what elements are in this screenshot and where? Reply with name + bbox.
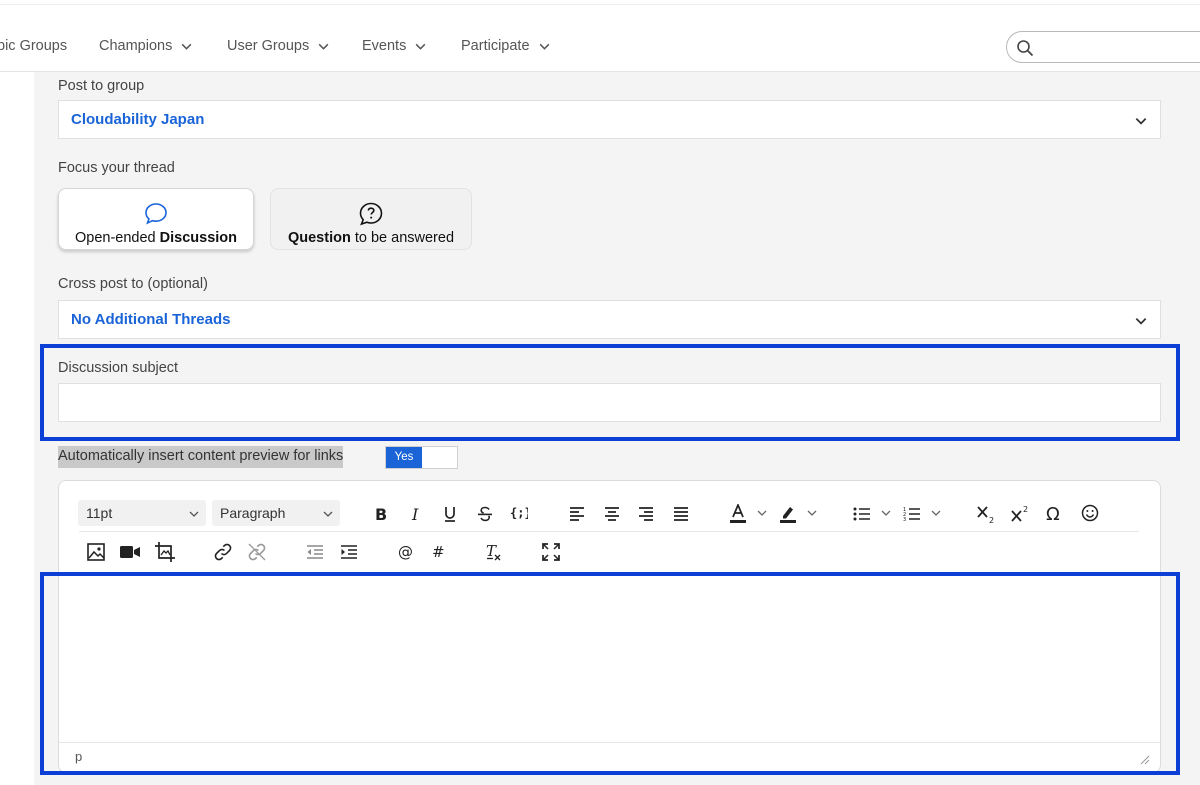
chevron-down-icon[interactable]: [879, 506, 893, 520]
font-size-value: 11pt: [86, 505, 113, 521]
clear-formatting-icon[interactable]: T: [482, 541, 504, 563]
top-navigation: pic Groups Champions User Groups Events …: [0, 0, 1200, 72]
code-icon[interactable]: {;}: [508, 502, 530, 524]
svg-text:Ω: Ω: [1046, 504, 1060, 522]
chevron-down-icon: [1135, 118, 1147, 125]
align-justify-icon[interactable]: [670, 503, 692, 525]
text-color-icon[interactable]: [727, 502, 749, 526]
search-icon[interactable]: [1016, 39, 1034, 57]
search-input[interactable]: [1041, 36, 1200, 58]
preview-links-label: Automatically insert content preview for…: [58, 446, 344, 468]
chevron-down-icon: [415, 43, 426, 50]
video-icon[interactable]: [119, 541, 141, 563]
svg-text:I: I: [411, 506, 419, 522]
bold-icon[interactable]: B: [370, 503, 392, 525]
focus-discussion-option[interactable]: Open-ended Discussion: [58, 188, 254, 250]
svg-text:T: T: [486, 543, 497, 560]
nav-label: Participate: [461, 38, 530, 54]
post-to-group-select[interactable]: Cloudability Japan: [58, 100, 1161, 139]
emoji-icon[interactable]: [1079, 502, 1101, 524]
nav-participate[interactable]: Participate: [461, 38, 551, 54]
highlight-color-icon[interactable]: [777, 502, 799, 526]
bullet-list-icon[interactable]: [851, 503, 873, 525]
preview-links-toggle[interactable]: Yes: [385, 446, 458, 469]
speech-bubble-icon: [145, 203, 167, 225]
post-to-group-label: Post to group: [58, 78, 145, 94]
indent-icon[interactable]: [338, 541, 360, 563]
svg-text:3: 3: [903, 517, 906, 522]
nav-user-groups[interactable]: User Groups: [227, 38, 330, 54]
toggle-yes-label: Yes: [386, 447, 422, 468]
image-icon[interactable]: [85, 541, 107, 563]
nav-label: User Groups: [227, 38, 310, 54]
hashtag-icon[interactable]: #: [427, 541, 449, 563]
discussion-subject-label: Discussion subject: [58, 360, 179, 376]
svg-text:#: #: [432, 543, 445, 561]
subscript-icon[interactable]: 2: [975, 502, 999, 526]
italic-icon[interactable]: I: [405, 503, 427, 525]
nav-label: pic Groups: [0, 38, 68, 54]
chevron-down-icon: [1135, 318, 1147, 325]
chevron-down-icon[interactable]: [929, 506, 943, 520]
top-divider: [0, 4, 1200, 5]
cross-post-select[interactable]: No Additional Threads: [58, 300, 1161, 339]
align-center-icon[interactable]: [601, 503, 623, 525]
svg-text:B: B: [375, 506, 387, 522]
superscript-icon[interactable]: 2: [1009, 502, 1033, 526]
special-character-icon[interactable]: Ω: [1044, 502, 1066, 524]
chevron-down-icon: [189, 511, 199, 517]
search-box[interactable]: [1006, 31, 1200, 63]
strikethrough-icon[interactable]: [474, 503, 496, 525]
numbered-list-icon[interactable]: 123: [901, 503, 923, 525]
outdent-icon[interactable]: [304, 541, 326, 563]
svg-text:2: 2: [1023, 505, 1028, 514]
nav-events[interactable]: Events: [362, 38, 427, 54]
chevron-down-icon[interactable]: [755, 506, 769, 520]
toolbar-divider: [79, 531, 1139, 532]
block-format-dropdown[interactable]: Paragraph: [212, 500, 340, 526]
cross-post-value: No Additional Threads: [71, 311, 231, 328]
align-left-icon[interactable]: [566, 503, 588, 525]
mention-icon[interactable]: @: [395, 541, 417, 563]
chevron-down-icon[interactable]: [805, 506, 819, 520]
chevron-down-icon: [181, 43, 192, 50]
block-format-value: Paragraph: [220, 505, 286, 521]
focus-question-option[interactable]: Question to be answered: [270, 188, 472, 250]
crop-image-icon[interactable]: [154, 541, 176, 563]
fullscreen-icon[interactable]: [540, 541, 562, 563]
svg-text:@: @: [398, 543, 413, 561]
nav-champions[interactable]: Champions: [99, 38, 193, 54]
cross-post-label: Cross post to (optional): [58, 276, 208, 292]
chevron-down-icon: [323, 511, 333, 517]
font-size-dropdown[interactable]: 11pt: [78, 500, 206, 526]
post-to-group-value: Cloudability Japan: [71, 111, 205, 128]
nav-label: Events: [362, 38, 407, 54]
svg-text:{;}: {;}: [510, 506, 528, 520]
svg-text:2: 2: [989, 516, 994, 524]
underline-icon[interactable]: [439, 503, 461, 525]
focus-question-text: Question to be answered: [287, 230, 455, 246]
chevron-down-icon: [318, 43, 329, 50]
focus-thread-label: Focus your thread: [58, 160, 175, 176]
align-right-icon[interactable]: [635, 503, 657, 525]
link-icon[interactable]: [212, 541, 234, 563]
discussion-subject-input[interactable]: [58, 383, 1161, 422]
editor-highlight-frame: [40, 572, 1180, 775]
focus-discussion-text: Open-ended Discussion: [74, 230, 237, 246]
question-bubble-icon: [359, 202, 383, 226]
unlink-icon[interactable]: [246, 541, 268, 563]
chevron-down-icon: [539, 43, 549, 50]
nav-topic-groups[interactable]: pic Groups: [0, 38, 67, 54]
nav-label: Champions: [99, 38, 173, 54]
